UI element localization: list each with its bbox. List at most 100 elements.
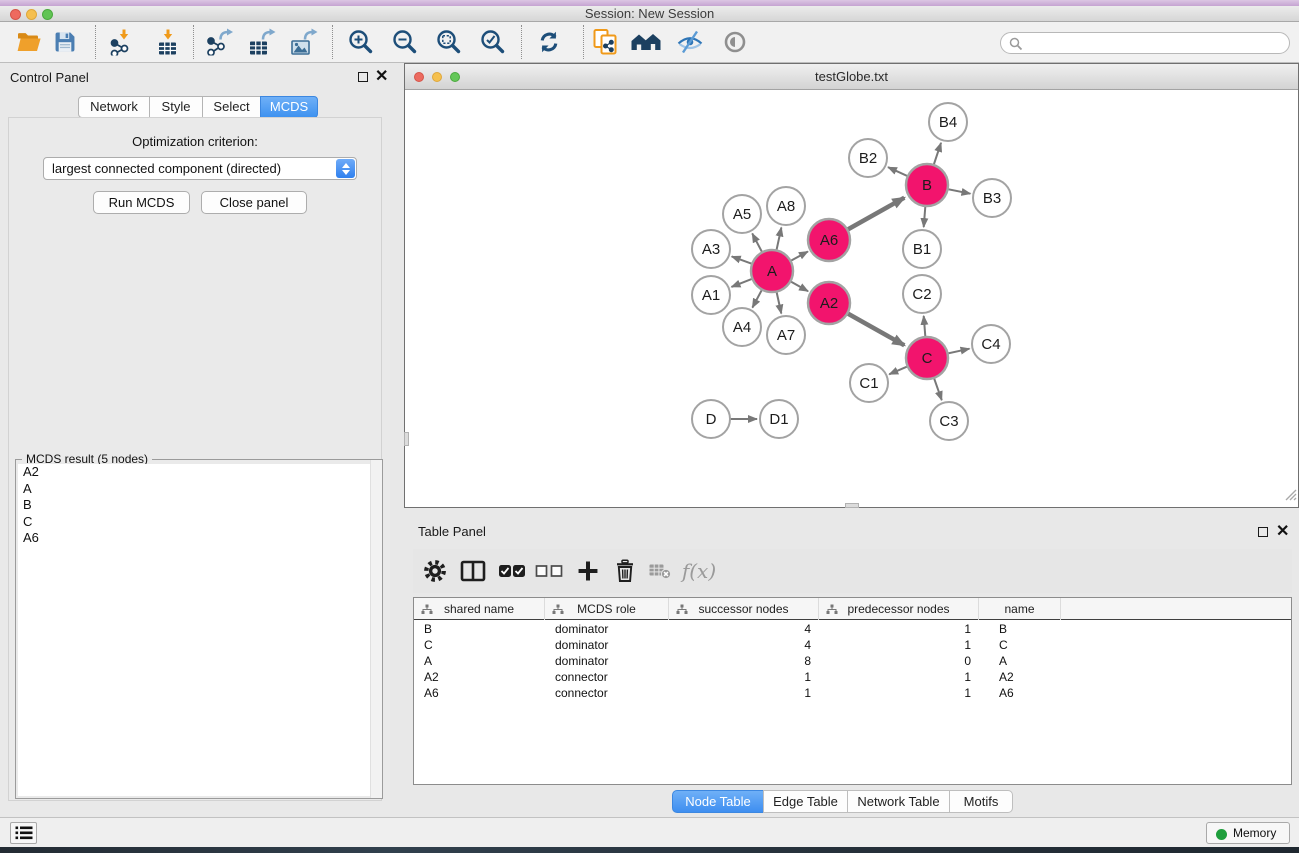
table-close-icon[interactable]: ✕ <box>1276 525 1289 539</box>
table-cell[interactable]: dominator <box>545 621 669 637</box>
close-panel-icon[interactable]: ✕ <box>375 70 388 84</box>
window-edge-grip[interactable] <box>845 503 859 508</box>
import-table-icon[interactable] <box>155 29 181 56</box>
deselect-all-icon[interactable] <box>536 565 563 577</box>
hide-glasses-icon[interactable] <box>677 31 704 54</box>
table-cell[interactable]: B <box>414 621 545 637</box>
table-cell[interactable]: 4 <box>669 637 819 653</box>
save-session-icon[interactable] <box>55 32 76 53</box>
mcds-result-item[interactable]: B <box>18 497 380 514</box>
delete-column-trash-icon[interactable] <box>615 560 635 583</box>
result-scrollbar[interactable] <box>370 460 382 798</box>
function-builder-icon[interactable]: f(x) <box>682 559 716 583</box>
clone-network-icon[interactable] <box>593 29 617 56</box>
graph-node-label-C4: C4 <box>981 336 1000 353</box>
memory-button[interactable]: Memory <box>1206 822 1290 844</box>
table-row[interactable]: Bdominator41B <box>414 621 1291 637</box>
table-cell[interactable]: B <box>979 621 1061 637</box>
mcds-result-list[interactable]: A2ABCA6 <box>18 464 380 796</box>
zoom-selected-icon[interactable] <box>481 30 506 55</box>
table-cell[interactable]: A6 <box>979 685 1061 701</box>
window-edge-grip[interactable] <box>404 432 409 446</box>
tab-network[interactable]: Network <box>78 96 150 118</box>
tab-edge-table[interactable]: Edge Table <box>763 790 848 813</box>
split-columns-icon[interactable] <box>461 561 486 582</box>
zoom-out-icon[interactable] <box>393 30 418 55</box>
zoom-fit-icon[interactable] <box>437 30 462 55</box>
float-panel-icon[interactable] <box>358 72 368 82</box>
table-row[interactable]: A6connector11A6 <box>414 685 1291 701</box>
delete-table-icon[interactable] <box>649 563 672 580</box>
select-all-icon[interactable] <box>499 565 526 578</box>
network-canvas[interactable]: B4B2BB3B1A5A8A6A3AA1A2A4A7C2C4CC1C3DD1 <box>405 90 1298 507</box>
graph-node-label-A1: A1 <box>702 287 720 304</box>
task-history-button[interactable] <box>10 822 37 844</box>
graph-node-label-C1: C1 <box>859 375 878 392</box>
table-panel-title: Table Panel <box>418 524 486 539</box>
table-cell[interactable]: A2 <box>979 669 1061 685</box>
table-cell[interactable]: A <box>414 653 545 669</box>
export-image-icon[interactable] <box>290 29 318 56</box>
memory-status-icon <box>1216 829 1227 840</box>
graph-node-label-A4: A4 <box>733 319 751 336</box>
table-cell[interactable]: A6 <box>414 685 545 701</box>
mcds-result-item[interactable]: A <box>18 481 380 498</box>
refresh-icon[interactable] <box>538 31 561 54</box>
mcds-result-item[interactable]: A2 <box>18 464 380 481</box>
table-cell[interactable]: 1 <box>819 637 979 653</box>
table-cell[interactable]: connector <box>545 669 669 685</box>
criterion-value: largest connected component (directed) <box>52 161 281 176</box>
close-panel-button[interactable]: Close panel <box>201 191 307 214</box>
resize-grip-icon[interactable] <box>1283 487 1297 506</box>
table-cell[interactable]: connector <box>545 685 669 701</box>
column-header-shared-name[interactable]: shared name <box>414 598 545 620</box>
column-header-predecessor-nodes[interactable]: predecessor nodes <box>819 598 979 620</box>
add-column-icon[interactable] <box>578 561 599 582</box>
show-eye-icon[interactable] <box>723 30 748 55</box>
table-cell[interactable]: 1 <box>819 685 979 701</box>
table-row[interactable]: Adominator80A <box>414 653 1291 669</box>
zoom-in-icon[interactable] <box>349 30 374 55</box>
table-cell[interactable]: 1 <box>819 669 979 685</box>
tab-node-table[interactable]: Node Table <box>672 790 764 813</box>
mcds-result-item[interactable]: C <box>18 514 380 531</box>
table-float-icon[interactable] <box>1258 527 1268 537</box>
control-panel-title: Control Panel <box>10 70 89 85</box>
tab-motifs[interactable]: Motifs <box>949 790 1013 813</box>
run-mcds-button[interactable]: Run MCDS <box>93 191 190 214</box>
table-cell[interactable]: C <box>414 637 545 653</box>
table-cell[interactable]: 0 <box>819 653 979 669</box>
search-input[interactable] <box>1027 34 1282 52</box>
mcds-result-item[interactable]: A6 <box>18 530 380 547</box>
network-window-titlebar[interactable]: testGlobe.txt <box>405 64 1298 90</box>
network-graph[interactable]: B4B2BB3B1A5A8A6A3AA1A2A4A7C2C4CC1C3DD1 <box>405 90 1298 507</box>
open-session-icon[interactable] <box>17 33 41 52</box>
table-cell[interactable]: 1 <box>669 685 819 701</box>
tab-mcds[interactable]: MCDS <box>260 96 318 118</box>
column-header-name[interactable]: name <box>979 598 1061 620</box>
export-network-icon[interactable] <box>207 29 234 56</box>
settings-gear-icon[interactable] <box>423 559 447 583</box>
import-network-icon[interactable] <box>109 29 135 56</box>
table-cell[interactable]: 1 <box>819 621 979 637</box>
table-cell[interactable]: A2 <box>414 669 545 685</box>
column-header-MCDS-role[interactable]: MCDS role <box>545 598 669 620</box>
graph-node-label-A6: A6 <box>820 232 838 249</box>
tab-network-table[interactable]: Network Table <box>847 790 950 813</box>
table-cell[interactable]: 1 <box>669 669 819 685</box>
table-cell[interactable]: dominator <box>545 637 669 653</box>
export-table-icon[interactable] <box>248 29 276 56</box>
table-header-row: shared nameMCDS rolesuccessor nodesprede… <box>414 598 1291 620</box>
table-cell[interactable]: 4 <box>669 621 819 637</box>
tab-select[interactable]: Select <box>202 96 261 118</box>
home-icon[interactable] <box>631 32 662 52</box>
table-cell[interactable]: C <box>979 637 1061 653</box>
tab-style[interactable]: Style <box>149 96 203 118</box>
table-row[interactable]: A2connector11A2 <box>414 669 1291 685</box>
table-cell[interactable]: A <box>979 653 1061 669</box>
table-cell[interactable]: 8 <box>669 653 819 669</box>
column-header-successor-nodes[interactable]: successor nodes <box>669 598 819 620</box>
table-row[interactable]: Cdominator41C <box>414 637 1291 653</box>
table-cell[interactable]: dominator <box>545 653 669 669</box>
criterion-dropdown[interactable]: largest connected component (directed) <box>43 157 357 180</box>
